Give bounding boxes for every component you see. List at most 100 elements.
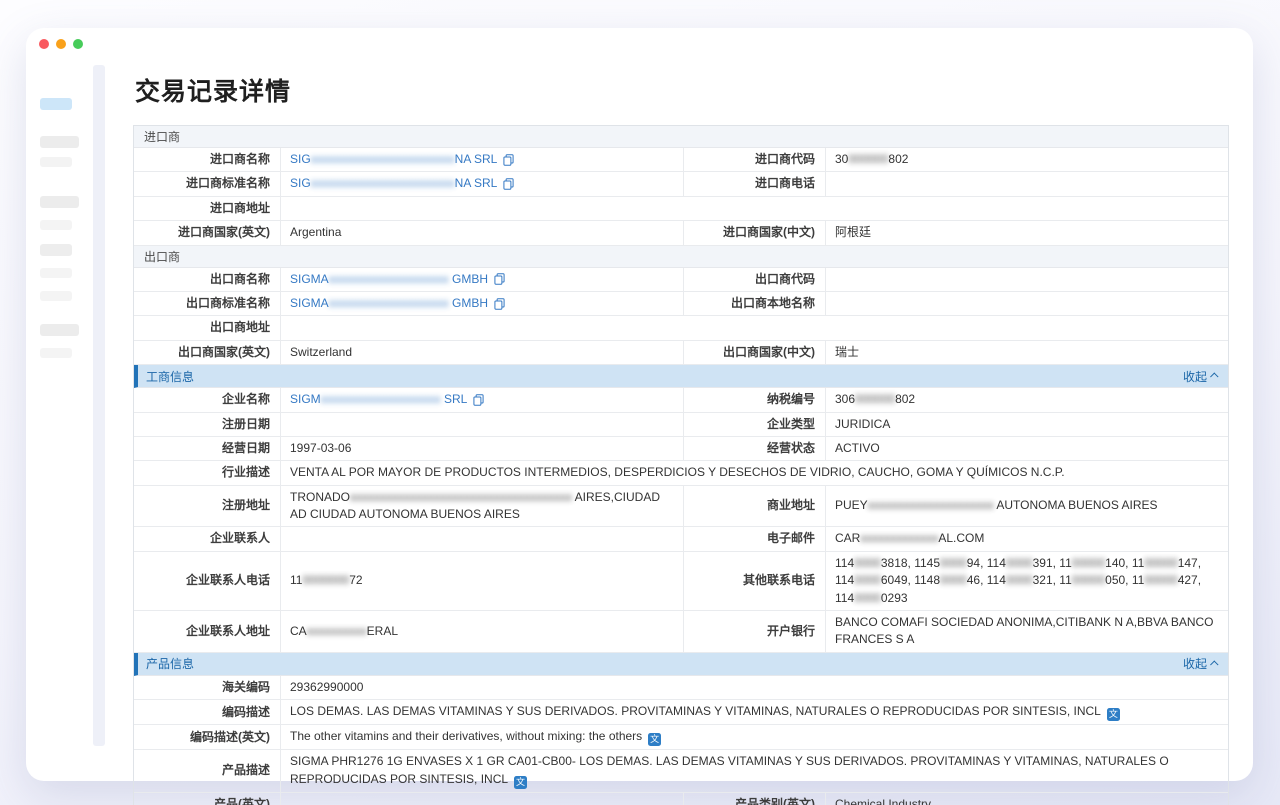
field-value: Switzerland	[281, 341, 684, 364]
table-row: 企业联系人地址 CAxxxxxxxxxxERAL 开户银行 BANCO COMA…	[134, 611, 1228, 653]
importer-std-name-link[interactable]: SIGxxxxxxxxxxxxxxxxxxxxxxxxNA SRL	[290, 175, 514, 192]
field-label: 企业名称	[134, 388, 281, 411]
field-value: JURIDICA	[826, 413, 1228, 436]
field-label: 产品(英文)	[134, 793, 281, 805]
field-label: 进口商代码	[684, 148, 826, 171]
section-title: 进口商	[144, 128, 180, 145]
field-label: 企业联系人地址	[134, 611, 281, 652]
field-value: CARxxxxxxxxxxxxxAL.COM	[826, 527, 1228, 550]
table-row: 企业名称 SIGMxxxxxxxxxxxxxxxxxxxx SRL 纳税编号 3…	[134, 388, 1228, 412]
table-row: 企业联系人 电子邮件 CARxxxxxxxxxxxxxAL.COM	[134, 527, 1228, 551]
field-label: 出口商国家(英文)	[134, 341, 281, 364]
sidebar-item-placeholder[interactable]	[40, 348, 72, 358]
exporter-name-link[interactable]: SIGMAxxxxxxxxxxxxxxxxxxxx GMBH	[290, 271, 505, 288]
field-value	[281, 197, 1228, 220]
copy-icon[interactable]	[494, 298, 505, 310]
field-value	[826, 268, 1228, 291]
field-label: 进口商国家(中文)	[684, 221, 826, 244]
importer-name-link[interactable]: SIGxxxxxxxxxxxxxxxxxxxxxxxxNA SRL	[290, 151, 514, 168]
section-title: 出口商	[144, 248, 180, 265]
maximize-window-icon[interactable]	[73, 39, 83, 49]
translate-icon[interactable]: 文	[1107, 708, 1120, 721]
sidebar-item-placeholder[interactable]	[40, 291, 72, 301]
minimize-window-icon[interactable]	[56, 39, 66, 49]
sidebar-item-placeholder[interactable]	[40, 196, 79, 208]
field-label: 商业地址	[684, 486, 826, 527]
field-value: 306000000802	[826, 388, 1228, 411]
field-value: 瑞士	[826, 341, 1228, 364]
field-value: LOS DEMAS. LAS DEMAS VITAMINAS Y SUS DER…	[281, 700, 1228, 724]
field-label: 进口商国家(英文)	[134, 221, 281, 244]
table-row: 出口商国家(英文) Switzerland 出口商国家(中文) 瑞士	[134, 341, 1228, 365]
page-title: 交易记录详情	[135, 72, 1229, 108]
table-row: 海关编码 29362990000	[134, 676, 1228, 700]
chevron-up-icon	[1210, 660, 1218, 668]
field-label: 进口商地址	[134, 197, 281, 220]
field-value: PUEYxxxxxxxxxxxxxxxxxxxxx AUTONOMA BUENO…	[826, 486, 1228, 527]
copy-icon[interactable]	[494, 273, 505, 285]
field-label: 企业联系人电话	[134, 552, 281, 610]
table-row: 编码描述(英文) The other vitamins and their de…	[134, 725, 1228, 750]
translate-icon[interactable]: 文	[514, 776, 527, 789]
translate-icon[interactable]: 文	[648, 733, 661, 746]
field-label: 进口商名称	[134, 148, 281, 171]
table-row: 出口商名称 SIGMAxxxxxxxxxxxxxxxxxxxx GMBH 出口商…	[134, 268, 1228, 292]
table-row: 编码描述 LOS DEMAS. LAS DEMAS VITAMINAS Y SU…	[134, 700, 1228, 725]
field-value: 11400003818, 1145000094, 1140000391, 110…	[826, 552, 1228, 610]
field-value: 30000000802	[826, 148, 1228, 171]
field-value: VENTA AL POR MAYOR DE PRODUCTOS INTERMED…	[281, 461, 1228, 484]
field-label: 编码描述(英文)	[134, 725, 281, 749]
table-row: 企业联系人电话 11000000072 其他联系电话 11400003818, …	[134, 552, 1228, 611]
field-value	[281, 527, 684, 550]
field-value	[826, 292, 1228, 315]
table-row: 进口商名称 SIGxxxxxxxxxxxxxxxxxxxxxxxxNA SRL …	[134, 148, 1228, 172]
field-label: 出口商国家(中文)	[684, 341, 826, 364]
sidebar-item-placeholder[interactable]	[40, 244, 72, 256]
collapse-button[interactable]: 收起	[1183, 655, 1218, 672]
field-label: 其他联系电话	[684, 552, 826, 610]
section-header-exporter: 出口商	[134, 246, 1228, 268]
field-value: SIGMA PHR1276 1G ENVASES X 1 GR CA01-CB0…	[281, 750, 1228, 791]
field-label: 出口商代码	[684, 268, 826, 291]
close-window-icon[interactable]	[39, 39, 49, 49]
section-header-business: 工商信息 收起	[134, 365, 1228, 388]
field-label: 企业联系人	[134, 527, 281, 550]
table-row: 经营日期 1997-03-06 经营状态 ACTIVO	[134, 437, 1228, 461]
table-row: 出口商地址	[134, 316, 1228, 340]
field-value: 29362990000	[281, 676, 1228, 699]
field-value: The other vitamins and their derivatives…	[281, 725, 1228, 749]
field-label: 进口商标准名称	[134, 172, 281, 195]
field-value: SIGxxxxxxxxxxxxxxxxxxxxxxxxNA SRL	[281, 172, 684, 195]
field-value	[826, 172, 1228, 195]
field-value: TRONADOxxxxxxxxxxxxxxxxxxxxxxxxxxxxxxxxx…	[281, 486, 684, 527]
copy-icon[interactable]	[503, 154, 514, 166]
field-label: 电子邮件	[684, 527, 826, 550]
company-name-link[interactable]: SIGMxxxxxxxxxxxxxxxxxxxx SRL	[290, 391, 484, 408]
field-value: CAxxxxxxxxxxERAL	[281, 611, 684, 652]
section-header-importer: 进口商	[134, 126, 1228, 148]
copy-icon[interactable]	[473, 394, 484, 406]
field-value: 1997-03-06	[281, 437, 684, 460]
collapse-button[interactable]: 收起	[1183, 368, 1218, 385]
sidebar-item-placeholder[interactable]	[40, 268, 72, 278]
field-value: BANCO COMAFI SOCIEDAD ANONIMA,CITIBANK N…	[826, 611, 1228, 652]
exporter-std-name-link[interactable]: SIGMAxxxxxxxxxxxxxxxxxxxx GMBH	[290, 295, 505, 312]
field-label: 进口商电话	[684, 172, 826, 195]
field-label: 经营状态	[684, 437, 826, 460]
section-title: 产品信息	[146, 655, 194, 672]
sidebar-item-placeholder[interactable]	[40, 136, 79, 148]
field-label: 企业类型	[684, 413, 826, 436]
field-label: 纳税编号	[684, 388, 826, 411]
sidebar-item-placeholder[interactable]	[40, 324, 79, 336]
copy-icon[interactable]	[503, 178, 514, 190]
sidebar-item-placeholder[interactable]	[40, 220, 72, 230]
table-row: 进口商地址	[134, 197, 1228, 221]
field-value	[281, 413, 684, 436]
sidebar-item-active-placeholder[interactable]	[40, 98, 72, 110]
table-row: 进口商标准名称 SIGxxxxxxxxxxxxxxxxxxxxxxxxNA SR…	[134, 172, 1228, 196]
chevron-up-icon	[1210, 373, 1218, 381]
sidebar-item-placeholder[interactable]	[40, 157, 72, 167]
field-label: 产品描述	[134, 750, 281, 791]
table-row: 进口商国家(英文) Argentina 进口商国家(中文) 阿根廷	[134, 221, 1228, 245]
field-label: 编码描述	[134, 700, 281, 724]
